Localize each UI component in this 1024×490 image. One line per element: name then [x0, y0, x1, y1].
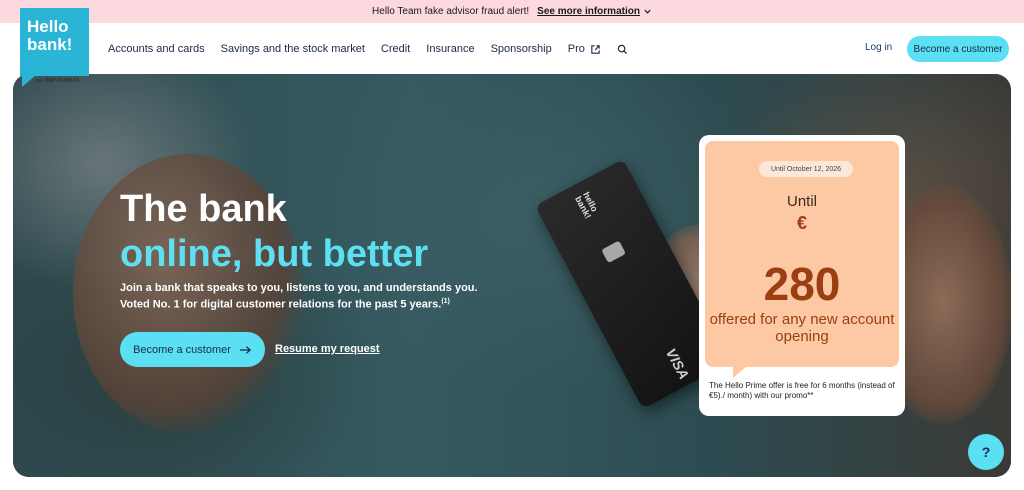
- promo-bubble: Until October 12, 2026 Until € 280 offer…: [705, 141, 899, 367]
- login-link[interactable]: Log in: [865, 42, 892, 53]
- nav-item-pro[interactable]: Pro: [568, 43, 601, 55]
- become-customer-hero-button[interactable]: Become a customer: [120, 332, 265, 367]
- headline-line2: online, but better: [120, 233, 429, 275]
- search-button[interactable]: [617, 44, 628, 55]
- promo-until: Until: [786, 193, 817, 210]
- nav-item-credit[interactable]: Credit: [381, 43, 410, 55]
- hero-subtext: Join a bank that speaks to you, listens …: [120, 282, 500, 312]
- top-navigation: Accounts and cards Savings and the stock…: [0, 23, 1024, 75]
- alert-message: Hello Team fake advisor fraud alert!: [372, 6, 530, 17]
- hello-bank-logo[interactable]: Hello bank! par BNP PARIBAS: [20, 8, 89, 91]
- logo-line1: Hello: [27, 17, 69, 36]
- hero-cta-label: Become a customer: [133, 343, 231, 356]
- see-more-link[interactable]: See more information: [537, 6, 652, 17]
- headline-line1: The bank: [120, 188, 287, 230]
- search-icon: [617, 44, 627, 54]
- promo-note: The Hello Prime offer is free for 6 mont…: [709, 381, 895, 400]
- nav-item-sponsorship[interactable]: Sponsorship: [491, 43, 552, 55]
- card-network: VISA: [662, 345, 693, 382]
- promo-amount: 280: [763, 258, 841, 310]
- external-link-icon: [591, 44, 600, 54]
- logo-line2: bank!: [27, 35, 73, 54]
- promo-bubble-tail: [733, 366, 747, 378]
- nav-item-savings[interactable]: Savings and the stock market: [221, 43, 365, 55]
- hero-subtext-note: (1): [441, 298, 450, 305]
- nav-item-insurance[interactable]: Insurance: [426, 43, 474, 55]
- logo-tail: [22, 75, 36, 87]
- promo-offered-text: offered for any new account opening: [709, 311, 895, 345]
- arrow-right-icon: [239, 345, 251, 354]
- become-customer-header-button[interactable]: Become a customer: [907, 36, 1009, 62]
- nav-item-accounts[interactable]: Accounts and cards: [108, 43, 205, 55]
- main-menu: Accounts and cards Savings and the stock…: [108, 23, 628, 75]
- promo-card[interactable]: Until October 12, 2026 Until € 280 offer…: [699, 135, 905, 416]
- see-more-label: See more information: [537, 6, 640, 17]
- fraud-alert-bar: Hello Team fake advisor fraud alert! See…: [0, 0, 1024, 23]
- resume-request-link[interactable]: Resume my request: [275, 343, 380, 355]
- nav-item-pro-label: Pro: [567, 43, 585, 55]
- card-chip: [601, 240, 626, 264]
- promo-date-badge: Until October 12, 2026: [759, 161, 853, 177]
- hero-headline: The bank online, but better: [120, 187, 428, 277]
- hero-banner: hello bank! VISA The bank online, but be…: [13, 74, 1011, 477]
- promo-currency: €: [796, 213, 807, 233]
- hero-subtext-body: Join a bank that speaks to you, listens …: [120, 282, 478, 311]
- logo-box: Hello bank!: [20, 8, 89, 76]
- chevron-down-icon: [644, 9, 651, 14]
- logo-sub: par BNP PARIBAS: [36, 78, 80, 84]
- card-brand: hello bank!: [573, 190, 600, 221]
- help-button[interactable]: ?: [968, 434, 1004, 470]
